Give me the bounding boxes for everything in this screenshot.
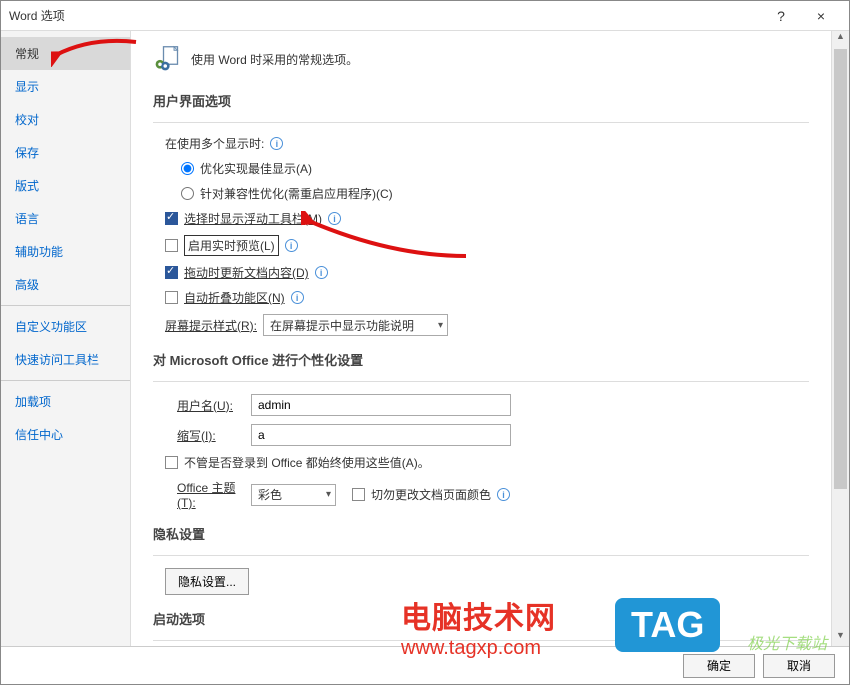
radio-optimize-label: 优化实现最佳显示(A) (200, 160, 312, 177)
multi-display-label: 在使用多个显示时: (165, 135, 264, 152)
page-header: 使用 Word 时采用的常规选项。 (153, 45, 809, 73)
ok-button[interactable]: 确定 (683, 654, 755, 678)
checkbox-mini-toolbar[interactable] (165, 212, 178, 225)
page-header-text: 使用 Word 时采用的常规选项。 (191, 51, 358, 68)
drag-update-row: 拖动时更新文档内容(D) i (153, 264, 809, 281)
drag-update-label: 拖动时更新文档内容(D) (184, 264, 309, 281)
divider (153, 381, 809, 382)
checkbox-always-use-values[interactable] (165, 456, 178, 469)
general-options-icon (153, 45, 181, 73)
scroll-up-arrow[interactable]: ▲ (832, 31, 849, 47)
username-row: 用户名(U): (153, 394, 809, 416)
screentip-label: 屏幕提示样式(R): (165, 317, 257, 334)
always-use-row: 不管是否登录到 Office 都始终使用这些值(A)。 (153, 454, 809, 471)
no-change-bg-label: 切勿更改文档页面颜色 (371, 486, 491, 503)
always-use-label: 不管是否登录到 Office 都始终使用这些值(A)。 (184, 454, 430, 471)
category-sidebar: 常规 显示 校对 保存 版式 语言 辅助功能 高级 自定义功能区 快速访问工具栏… (1, 31, 131, 646)
close-button[interactable]: × (801, 8, 841, 24)
username-label: 用户名(U): (165, 397, 245, 414)
dialog-body: 常规 显示 校对 保存 版式 语言 辅助功能 高级 自定义功能区 快速访问工具栏… (1, 31, 849, 646)
username-input[interactable] (251, 394, 511, 416)
auto-collapse-label: 自动折叠功能区(N) (184, 289, 285, 306)
options-dialog: Word 选项 ? × 常规 显示 校对 保存 版式 语言 辅助功能 高级 自定… (0, 0, 850, 685)
radio-optimize-display[interactable] (181, 162, 194, 175)
sidebar-item-proofing[interactable]: 校对 (1, 103, 130, 136)
initials-row: 缩写(I): (153, 424, 809, 446)
scroll-thumb[interactable] (834, 49, 847, 489)
initials-label: 缩写(I): (165, 427, 245, 444)
window-title: Word 选项 (9, 7, 761, 24)
sidebar-item-language[interactable]: 语言 (1, 202, 130, 235)
info-icon[interactable]: i (315, 266, 328, 279)
sidebar-item-trust-center[interactable]: 信任中心 (1, 418, 130, 451)
sidebar-item-accessibility[interactable]: 辅助功能 (1, 235, 130, 268)
info-icon[interactable]: i (270, 137, 283, 150)
sidebar-item-display[interactable]: 显示 (1, 70, 130, 103)
live-preview-label: 启用实时预览(L) (184, 235, 279, 256)
sidebar-item-customize-ribbon[interactable]: 自定义功能区 (1, 310, 130, 343)
section-ui-options: 用户界面选项 (153, 91, 809, 110)
radio-compatibility[interactable] (181, 187, 194, 200)
screentip-row: 屏幕提示样式(R): 在屏幕提示中显示功能说明 (153, 314, 809, 336)
checkbox-drag-update[interactable] (165, 266, 178, 279)
section-personalize: 对 Microsoft Office 进行个性化设置 (153, 350, 809, 369)
section-startup: 启动选项 (153, 609, 809, 628)
privacy-button-row: 隐私设置... (153, 568, 809, 595)
section-privacy: 隐私设置 (153, 524, 809, 543)
initials-input[interactable] (251, 424, 511, 446)
dialog-footer: 确定 取消 (1, 646, 849, 684)
sidebar-item-advanced[interactable]: 高级 (1, 268, 130, 301)
scroll-down-arrow[interactable]: ▼ (832, 630, 849, 646)
cancel-button[interactable]: 取消 (763, 654, 835, 678)
sidebar-item-layout[interactable]: 版式 (1, 169, 130, 202)
content-wrap: 使用 Word 时采用的常规选项。 用户界面选项 在使用多个显示时: i 优化实… (131, 31, 849, 646)
multi-display-label-row: 在使用多个显示时: i (153, 135, 809, 152)
theme-row: Office 主题(T): 彩色 切勿更改文档页面颜色 i (153, 479, 809, 510)
divider (153, 640, 809, 641)
sidebar-separator (1, 305, 130, 306)
mini-toolbar-row: 选择时显示浮动工具栏(M) i (153, 210, 809, 227)
divider (153, 122, 809, 123)
checkbox-auto-collapse[interactable] (165, 291, 178, 304)
info-icon[interactable]: i (291, 291, 304, 304)
radio-optimize-row: 优化实现最佳显示(A) (153, 160, 809, 177)
info-icon[interactable]: i (497, 488, 510, 501)
radio-compat-label: 针对兼容性优化(需重启应用程序)(C) (200, 185, 393, 202)
screentip-select[interactable]: 在屏幕提示中显示功能说明 (263, 314, 448, 336)
sidebar-item-addins[interactable]: 加载项 (1, 385, 130, 418)
live-preview-row: 启用实时预览(L) i (153, 235, 809, 256)
radio-compat-row: 针对兼容性优化(需重启应用程序)(C) (153, 185, 809, 202)
sidebar-separator (1, 380, 130, 381)
mini-toolbar-label: 选择时显示浮动工具栏(M) (184, 210, 322, 227)
content-pane: 使用 Word 时采用的常规选项。 用户界面选项 在使用多个显示时: i 优化实… (131, 31, 831, 646)
checkbox-no-change-bg[interactable] (352, 488, 365, 501)
help-button[interactable]: ? (761, 8, 801, 24)
sidebar-item-save[interactable]: 保存 (1, 136, 130, 169)
vertical-scrollbar[interactable]: ▲ ▼ (831, 31, 849, 646)
checkbox-live-preview[interactable] (165, 239, 178, 252)
info-icon[interactable]: i (285, 239, 298, 252)
theme-select[interactable]: 彩色 (251, 484, 336, 506)
info-icon[interactable]: i (328, 212, 341, 225)
divider (153, 555, 809, 556)
privacy-settings-button[interactable]: 隐私设置... (165, 568, 249, 595)
titlebar: Word 选项 ? × (1, 1, 849, 31)
theme-label: Office 主题(T): (165, 479, 245, 510)
sidebar-item-quick-access[interactable]: 快速访问工具栏 (1, 343, 130, 376)
auto-collapse-row: 自动折叠功能区(N) i (153, 289, 809, 306)
sidebar-item-general[interactable]: 常规 (1, 37, 130, 70)
